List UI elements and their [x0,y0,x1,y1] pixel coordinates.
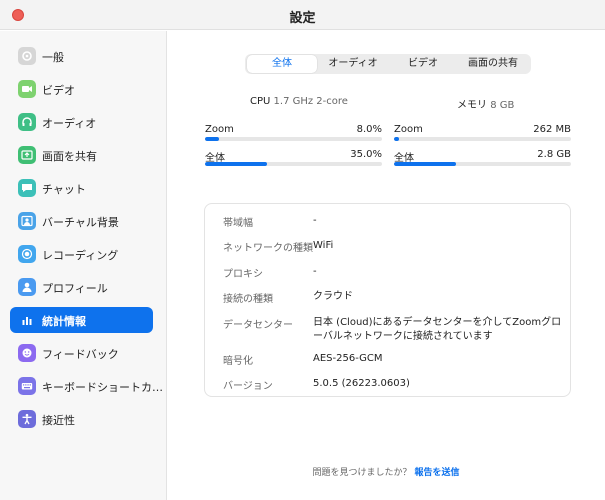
keyboard-icon [18,377,36,395]
connection-info-panel: 帯域幅 - ネットワークの種類 WiFi プロキシ - 接続の種類 クラウド デ… [204,203,571,397]
sidebar-item-label: チャット [42,183,86,196]
memory-total-bar-fill [394,162,456,166]
sidebar-item-statistics[interactable]: 統計情報 [10,307,153,333]
sidebar-item-label: キーボードショートカ… [42,381,163,394]
info-value: - [313,266,317,277]
memory-total-bar [394,162,571,166]
sidebar-item-feedback[interactable]: フィードバック [10,340,153,366]
cpu-zoom-value: 8.0% [356,124,382,135]
memory-total-value: 2.8 GB [537,149,571,160]
info-key: 接続の種類 [223,294,273,305]
tab-audio[interactable]: オーディオ [318,55,388,73]
memory-zoom-label: Zoom [394,124,423,135]
cpu-zoom-bar [205,137,382,141]
cpu-total-bar-fill [205,162,267,166]
info-key: ネットワークの種類 [223,243,313,254]
info-value: AES-256-GCM [313,353,383,364]
info-key: 帯域幅 [223,218,253,229]
accessibility-icon [18,410,36,428]
sidebar-item-accessibility[interactable]: 接近性 [10,406,153,432]
sidebar-item-label: ビデオ [42,84,75,97]
cpu-zoom-bar-fill [205,137,220,141]
feedback-icon [18,344,36,362]
share-screen-icon [18,146,36,164]
memory-value: 8 GB [490,100,515,111]
info-value: 日本 (Cloud)にあるデータセンターを介してZoomグローバルネットワークに… [313,317,562,342]
recording-icon [18,245,36,263]
sidebar-item-chat[interactable]: チャット [10,175,153,201]
window-title: 設定 [289,11,316,26]
memory-zoom-bar-fill [394,137,400,141]
cpu-value: 1.7 GHz 2-core [273,96,348,107]
stats-tab-bar: 全体 オーディオ ビデオ 画面の共有 [245,54,531,74]
info-value: - [313,215,317,226]
sidebar-item-profile[interactable]: プロフィール [10,274,153,300]
title-bar: 設定 [0,0,605,30]
info-key: 暗号化 [223,356,253,367]
tab-screen-share[interactable]: 画面の共有 [458,55,528,73]
cpu-label: CPU [250,96,271,107]
sidebar-item-label: 接近性 [42,414,75,427]
sidebar-item-label: バーチャル背景 [42,216,119,229]
video-icon [18,80,36,98]
sidebar-item-virtual-background[interactable]: バーチャル背景 [10,208,153,234]
sidebar-item-label: プロフィール [42,282,108,295]
info-value: クラウド [313,291,353,302]
info-key: バージョン [223,381,273,392]
memory-zoom-bar [394,137,571,141]
sidebar-item-audio[interactable]: オーディオ [10,109,153,135]
sidebar-item-label: レコーディング [42,249,119,262]
memory-info: メモリ 8 GB [457,96,514,111]
tab-overall[interactable]: 全体 [247,55,317,73]
info-value: 5.0.5 (26223.0603) [313,378,410,389]
sidebar-item-label: フィードバック [42,348,119,361]
profile-icon [18,278,36,296]
sidebar-item-label: オーディオ [42,117,97,130]
sidebar-item-label: 画面を共有 [42,150,97,163]
cpu-total-value: 35.0% [350,149,382,160]
cpu-zoom-label: Zoom [205,124,234,135]
headphones-icon [18,113,36,131]
info-value: WiFi [313,240,334,251]
sidebar-item-keyboard-shortcuts[interactable]: キーボードショートカ… [10,373,163,399]
sidebar-item-video[interactable]: ビデオ [10,76,153,102]
gear-icon [18,47,36,65]
chat-icon [18,179,36,197]
sidebar-item-general[interactable]: 一般 [10,43,153,69]
info-key: プロキシ [223,269,263,280]
tab-video[interactable]: ビデオ [388,55,458,73]
sidebar-item-label: 一般 [42,51,64,64]
statistics-icon [18,311,36,329]
info-key: データセンター [223,320,293,331]
sidebar-item-share-screen[interactable]: 画面を共有 [10,142,153,168]
sidebar-item-label: 統計情報 [42,315,86,328]
send-report-link[interactable]: 報告を送信 [414,468,459,478]
report-problem-footer: 問題を見つけましたか？ 報告を送信 [167,465,605,478]
memory-zoom-value: 262 MB [533,124,571,135]
report-question-text: 問題を見つけましたか？ [312,468,412,478]
virtual-background-icon [18,212,36,230]
sidebar-item-recording[interactable]: レコーディング [10,241,153,267]
memory-label: メモリ [457,100,487,111]
sidebar: 一般 ビデオ オーディオ 画面を共有 チャット バーチャル背景 レコーディング … [0,31,167,500]
cpu-info: CPU 1.7 GHz 2-core [250,96,348,107]
cpu-total-bar [205,162,382,166]
